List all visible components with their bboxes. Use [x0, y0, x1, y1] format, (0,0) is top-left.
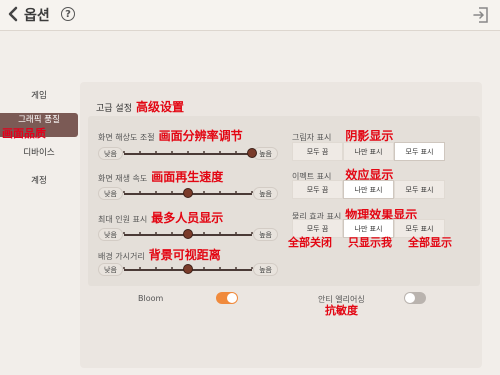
- slider-tick: [203, 151, 205, 153]
- sidebar-item-graphics[interactable]: 그래픽 품질 画面品质: [0, 113, 78, 140]
- view-distance-slider[interactable]: 낮음 높음: [98, 263, 278, 277]
- sidebar-item-label: 게임: [31, 91, 47, 101]
- slider-tick: [171, 267, 173, 269]
- slider-tick: [235, 232, 237, 234]
- choice-annotation-all: 全部显示: [408, 236, 452, 249]
- option-label-text: 그림자 표시: [292, 133, 332, 142]
- slider-tick: [251, 267, 253, 269]
- slider-tick: [155, 151, 157, 153]
- slider-label-text: 화면 해상도 조절: [98, 133, 155, 142]
- option-choice-button[interactable]: 모두 끔: [292, 142, 343, 161]
- slider-label-text: 최대 인원 표시: [98, 215, 148, 224]
- slider-knob[interactable]: [247, 148, 257, 158]
- choice-annotation-me: 只显示我: [348, 236, 392, 249]
- slider-label-text: 배경 가시거리: [98, 252, 145, 261]
- slider-tick: [187, 151, 189, 153]
- slider-annotation: 画面再生速度: [151, 170, 224, 184]
- bloom-label: Bloom: [138, 294, 164, 303]
- slider-track[interactable]: [124, 153, 252, 155]
- sidebar-item-account[interactable]: 계정: [0, 169, 78, 193]
- slider-min-label: 낮음: [98, 263, 123, 276]
- sidebar-item-game[interactable]: 게임: [0, 84, 78, 108]
- refresh-rate-slider[interactable]: 낮음 높음: [98, 187, 278, 201]
- slider-tick: [235, 267, 237, 269]
- sidebar-item-label: 계정: [31, 176, 47, 186]
- slider-annotation: 画面分辨率调节: [158, 129, 243, 143]
- bloom-toggle[interactable]: [216, 292, 238, 304]
- slider-label: 화면 재생 속도 画面再生速度: [98, 168, 223, 185]
- slider-tick: [123, 232, 125, 234]
- slider-max-label: 높음: [253, 187, 278, 200]
- shadow-options: 모두 끔 나만 표시 모두 표시: [292, 142, 445, 161]
- slider-tick: [123, 151, 125, 153]
- slider-tick: [139, 191, 141, 193]
- max-players-slider[interactable]: 낮음 높음: [98, 228, 278, 242]
- option-choice-button[interactable]: 모두 끔: [292, 180, 343, 199]
- slider-max-label: 높음: [253, 263, 278, 276]
- slider-label: 화면 해상도 조절 画面分辨率调节: [98, 127, 243, 144]
- slider-knob[interactable]: [183, 188, 193, 198]
- page-title: 옵션: [24, 8, 50, 24]
- slider-tick: [171, 191, 173, 193]
- option-choice-button[interactable]: 모두 표시: [394, 180, 445, 199]
- slider-tick: [219, 191, 221, 193]
- slider-knob[interactable]: [183, 264, 193, 274]
- top-bar: 옵션 ?: [0, 0, 500, 31]
- sidebar-item-annotation: 画面品质: [2, 127, 46, 140]
- slider-tick: [251, 191, 253, 193]
- slider-label-text: 화면 재생 속도: [98, 174, 148, 183]
- option-annotation: 阴影显示: [345, 129, 394, 143]
- slider-knob[interactable]: [183, 229, 193, 239]
- slider-annotation: 背景可视距离: [148, 248, 221, 262]
- slider-tick: [219, 151, 221, 153]
- slider-label: 최대 인원 표시 最多人员显示: [98, 209, 223, 226]
- resolution-slider[interactable]: 낮음 높음: [98, 147, 278, 161]
- slider-min-label: 낮음: [98, 147, 123, 160]
- slider-max-label: 높음: [253, 228, 278, 241]
- help-icon[interactable]: ?: [61, 7, 75, 21]
- toggle-knob: [405, 293, 415, 303]
- slider-tick: [155, 191, 157, 193]
- sidebar-item-label: 디바이스: [23, 148, 55, 158]
- slider-label: 배경 가시거리 背景可视距离: [98, 246, 221, 263]
- back-arrow-icon[interactable]: [6, 6, 22, 22]
- slider-tick: [139, 232, 141, 234]
- effect-options: 모두 끔 나만 표시 모두 표시: [292, 180, 445, 199]
- slider-tick: [171, 232, 173, 234]
- option-choice-button[interactable]: 모두 표시: [394, 142, 445, 161]
- sidebar-item-label: 그래픽 품질: [18, 115, 60, 125]
- slider-tick: [155, 267, 157, 269]
- section-title-annotation: 高级设置: [135, 100, 184, 114]
- slider-min-label: 낮음: [98, 228, 123, 241]
- toggle-knob: [227, 293, 237, 303]
- slider-tick: [123, 191, 125, 193]
- slider-tick: [155, 232, 157, 234]
- slider-tick: [203, 191, 205, 193]
- slider-tick: [139, 151, 141, 153]
- slider-tick: [219, 267, 221, 269]
- slider-annotation: 最多人员显示: [151, 211, 224, 225]
- antialiasing-toggle[interactable]: [404, 292, 426, 304]
- slider-tick: [235, 191, 237, 193]
- sidebar-item-device[interactable]: 디바이스: [0, 141, 78, 165]
- slider-min-label: 낮음: [98, 187, 123, 200]
- slider-tick: [123, 267, 125, 269]
- slider-tick: [251, 232, 253, 234]
- option-choice-button[interactable]: 나만 표시: [343, 180, 394, 199]
- slider-tick: [139, 267, 141, 269]
- slider-tick: [219, 232, 221, 234]
- exit-icon[interactable]: [472, 6, 490, 24]
- option-choice-button[interactable]: 나만 표시: [343, 142, 394, 161]
- slider-tick: [171, 151, 173, 153]
- slider-tick: [235, 151, 237, 153]
- choice-annotation-off: 全部关闭: [288, 236, 332, 249]
- slider-tick: [203, 232, 205, 234]
- section-title: 고급 설정 高级设置: [96, 98, 184, 115]
- slider-tick: [203, 267, 205, 269]
- antialiasing-annotation: 抗敏度: [325, 304, 358, 317]
- section-title-label: 고급 설정: [96, 104, 132, 114]
